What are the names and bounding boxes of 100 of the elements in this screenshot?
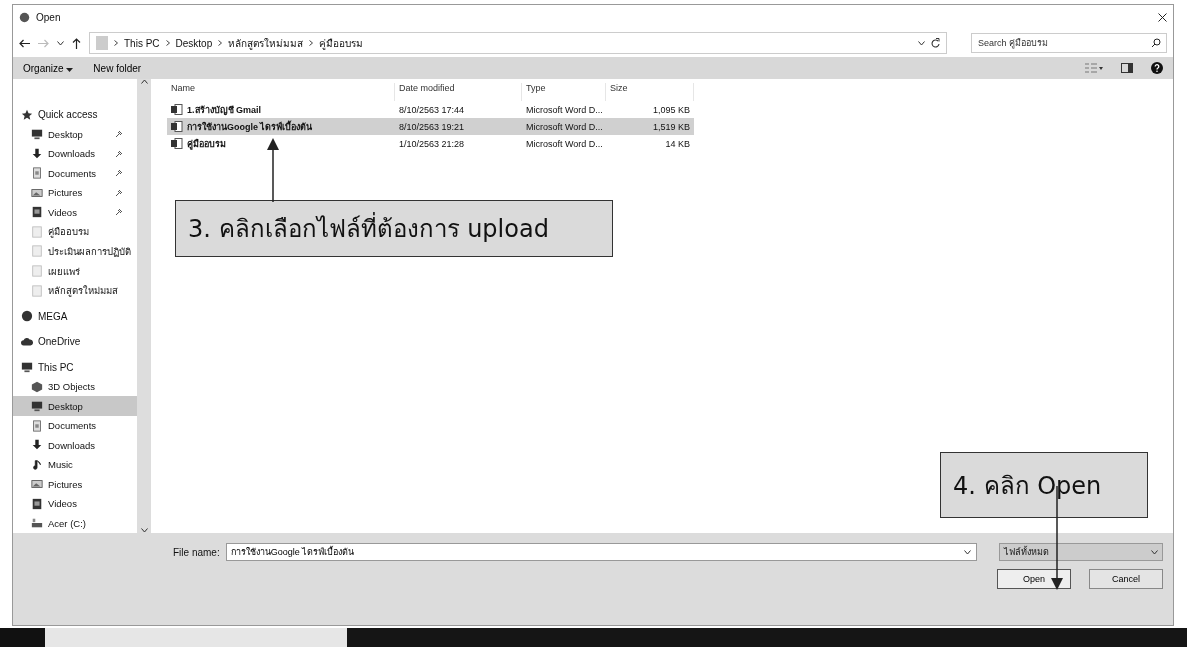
file-name: 1.สร้างบัญชี Gmail <box>187 103 261 117</box>
drive-icon <box>31 517 43 530</box>
sidebar-item[interactable]: หลักสูตรใหม่มมส <box>13 280 137 301</box>
sidebar-item[interactable]: Pictures <box>13 474 137 495</box>
file-name: คู่มืออบรม <box>187 137 226 151</box>
open-button[interactable]: Open <box>997 569 1071 589</box>
folder-icon <box>31 284 43 297</box>
help-icon[interactable] <box>1151 62 1163 74</box>
sidebar-item[interactable]: ประเมินผลการปฏิบัติ <box>13 241 137 262</box>
up-arrow-icon[interactable] <box>72 37 81 49</box>
cube-icon <box>31 380 43 393</box>
caret-icon <box>66 67 74 72</box>
column-header[interactable]: Size <box>606 83 694 101</box>
table-cell-text: 8/10/2563 19:21 <box>398 121 466 132</box>
folder-icon <box>96 36 108 50</box>
breadcrumb[interactable]: คู่มืออบรม <box>319 35 364 51</box>
word-document-icon <box>171 121 183 132</box>
file-name-field[interactable]: การใช้งานGoogle ไดรฟ์เบื้องต้น <box>225 543 977 561</box>
word-document-icon <box>171 138 183 149</box>
sidebar-item[interactable]: Music <box>13 455 137 475</box>
back-arrow-icon[interactable] <box>19 38 30 48</box>
refresh-icon[interactable] <box>931 38 940 48</box>
folder-icon <box>31 225 43 238</box>
arrow <box>267 138 279 202</box>
scrollbar[interactable] <box>137 79 151 533</box>
file-row[interactable]: คู่มืออบรม 1/10/2563 21:28 Microsoft Word D... 14 KB <box>167 135 694 152</box>
table-cell-text: 8/10/2563 17:44 <box>398 104 466 115</box>
sidebar-item[interactable]: คู่มืออบรม <box>13 222 137 242</box>
monitor-icon <box>31 400 43 413</box>
word-document-icon <box>171 104 183 115</box>
column-header[interactable]: Name <box>167 83 395 101</box>
breadcrumb[interactable]: หลักสูตรใหม่มมส <box>228 35 304 51</box>
down-arrow-icon <box>31 439 43 452</box>
sidebar-item[interactable]: Downloads <box>13 435 137 456</box>
search-field[interactable]: Search คู่มืออบรม <box>971 33 1167 53</box>
monitor-icon <box>31 128 43 141</box>
picture-icon <box>31 186 43 199</box>
preview-pane-icon[interactable] <box>1121 63 1133 73</box>
file-row[interactable]: การใช้งานGoogle ไดรฟ์เบื้องต้น 8/10/2563 19:21 Microsoft Word D... 1,519 KB <box>167 118 694 135</box>
music-note-icon <box>31 458 43 471</box>
circle-logo-icon <box>21 310 33 323</box>
table-cell-text: 1,519 KB <box>651 121 691 132</box>
star-icon <box>21 108 33 121</box>
sidebar-item[interactable]: Pictures <box>13 183 137 203</box>
table-cell-text: 14 KB <box>664 138 691 149</box>
cancel-button[interactable]: Cancel <box>1089 569 1163 589</box>
window-title: Open <box>36 11 62 23</box>
table-cell-text: Microsoft Word D... <box>525 121 604 132</box>
sidebar-item[interactable]: Downloads <box>13 144 137 164</box>
scroll-down-icon[interactable] <box>140 528 148 533</box>
callout-box: 3. คลิกเลือกไฟล์ที่ต้องการ upload <box>175 200 613 257</box>
sidebar-item[interactable]: เผยแพร่ <box>13 261 137 281</box>
search-icon <box>1151 38 1161 48</box>
breadcrumb[interactable]: Desktop <box>175 37 213 49</box>
sidebar-item[interactable]: Videos <box>13 494 137 514</box>
sidebar-item[interactable]: Acer (C:) <box>13 513 137 534</box>
cloud-icon <box>21 335 33 348</box>
column-header[interactable]: Date modified <box>395 83 522 101</box>
chevron-icon <box>309 40 314 46</box>
scroll-up-icon[interactable] <box>140 79 148 84</box>
breadcrumb[interactable]: This PC <box>124 37 160 49</box>
dropdown-icon <box>1151 549 1158 555</box>
picture-icon <box>31 478 43 491</box>
file-name-label: File name: <box>173 546 220 558</box>
callout-box: 4. คลิก Open <box>940 452 1148 518</box>
sidebar-item[interactable]: OneDrive <box>13 331 137 352</box>
folder-icon <box>31 265 43 277</box>
view-options-icon[interactable] <box>1085 63 1103 73</box>
document-icon <box>31 419 43 432</box>
dropdown-icon[interactable] <box>918 40 925 46</box>
chevron-icon <box>165 40 170 46</box>
sidebar-item[interactable]: Desktop <box>13 124 137 145</box>
table-cell-text: Microsoft Word D... <box>525 104 604 115</box>
dropdown-icon[interactable] <box>964 550 971 555</box>
sidebar-item[interactable]: Documents <box>13 163 137 184</box>
sidebar-item[interactable]: Quick access <box>13 105 137 125</box>
document-icon <box>31 167 43 180</box>
file-type-dropdown[interactable]: ไฟล์ทั้งหมด <box>999 543 1163 561</box>
sidebar-item[interactable]: Videos <box>13 202 137 223</box>
sidebar-item[interactable]: Desktop <box>13 396 137 416</box>
down-arrow-icon <box>31 147 43 160</box>
film-icon <box>31 497 43 510</box>
sidebar-item[interactable]: 3D Objects <box>13 376 137 397</box>
close-icon[interactable] <box>1158 12 1167 22</box>
address-bar[interactable]: This PC Desktop หลักสูตรใหม่มมส คู่มืออบรม <box>89 32 947 54</box>
table-cell-text: Microsoft Word D... <box>525 138 604 149</box>
sidebar-item[interactable]: Documents <box>13 415 137 436</box>
table-cell-text: 1,095 KB <box>651 104 691 115</box>
file-row[interactable]: 1.สร้างบัญชี Gmail 8/10/2563 17:44 Microsoft Word D... 1,095 KB <box>167 101 694 118</box>
monitor-icon <box>21 361 33 374</box>
table-cell-text: 1/10/2563 21:28 <box>398 138 466 149</box>
dropdown-icon[interactable] <box>57 40 64 46</box>
file-name: การใช้งานGoogle ไดรฟ์เบื้องต้น <box>187 119 313 134</box>
new-folder-button[interactable]: New folder <box>93 62 142 74</box>
sidebar-item[interactable]: MEGA <box>13 306 137 326</box>
app-icon <box>19 11 30 23</box>
organize-menu[interactable]: Organize <box>23 62 74 74</box>
chevron-icon <box>114 40 118 46</box>
sidebar-item[interactable]: This PC <box>13 357 137 377</box>
column-header[interactable]: Type <box>522 83 606 101</box>
